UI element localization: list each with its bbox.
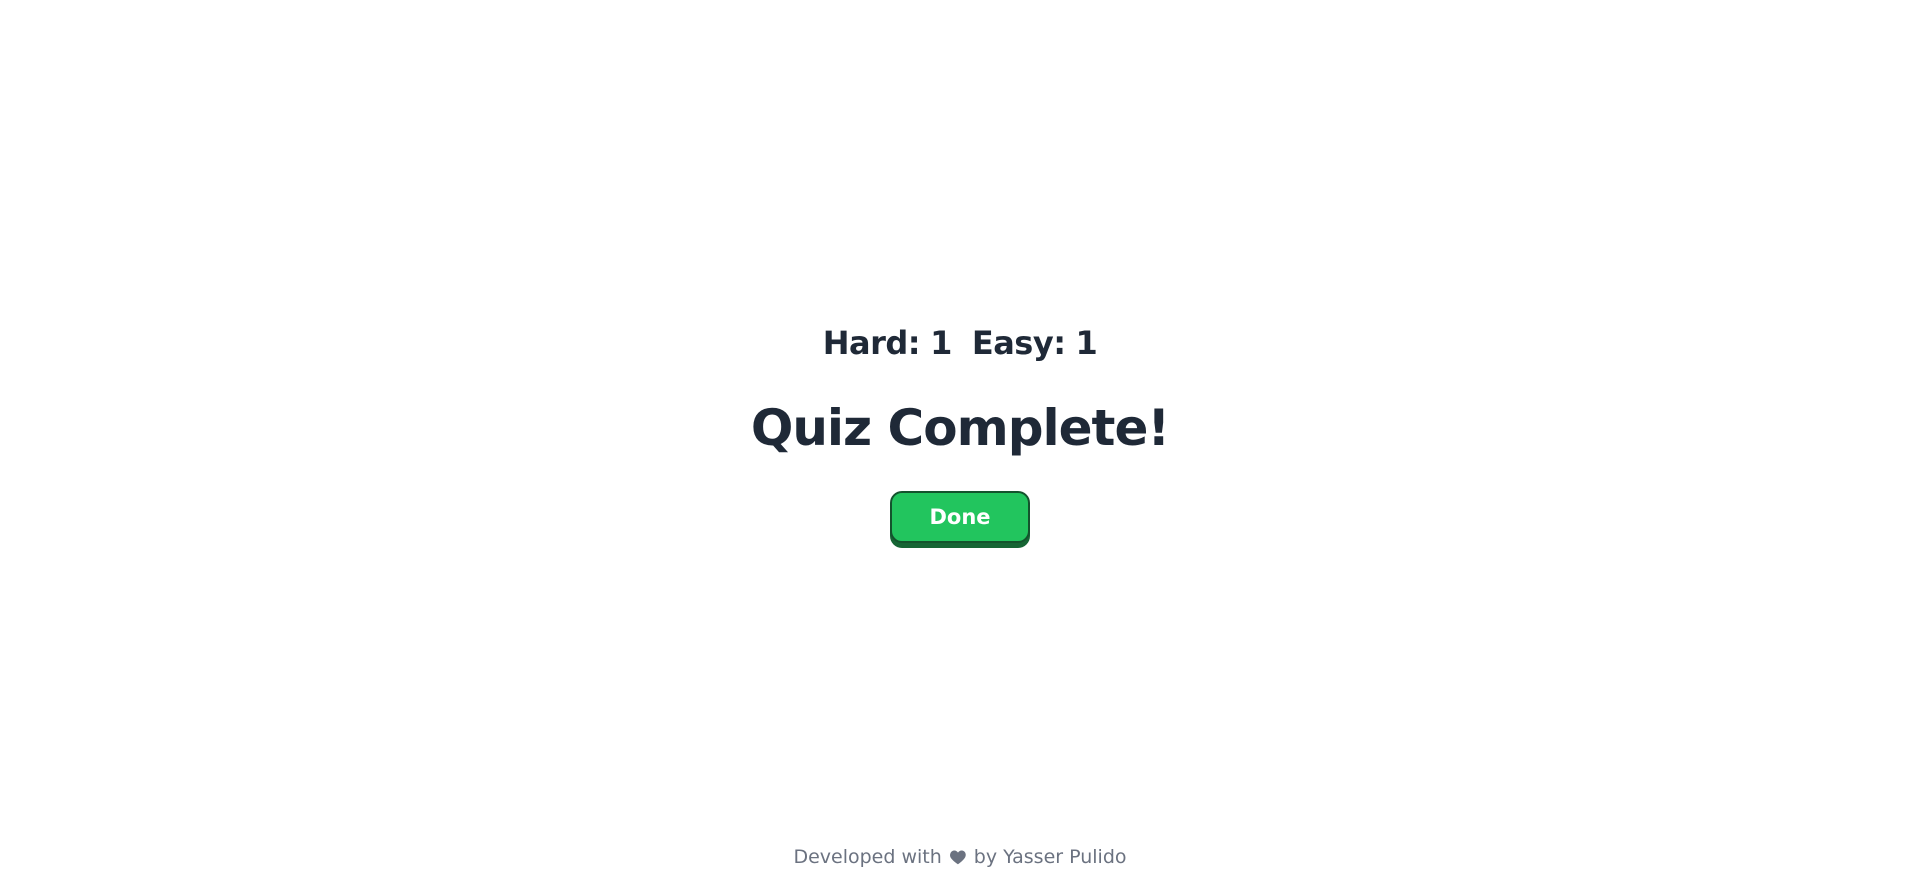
footer-prefix: Developed with [793,846,942,868]
easy-score: Easy: 1 [971,324,1098,362]
hard-score-value: 1 [930,324,952,362]
page-title: Quiz Complete! [750,399,1170,457]
footer: Developed with by Yasser Pulido [0,846,1920,868]
hard-score-label: Hard: [822,324,921,362]
hard-score: Hard: 1 [822,324,953,362]
easy-score-value: 1 [1075,324,1098,362]
score-summary: Hard: 1 Easy: 1 [823,318,1098,368]
easy-score-label: Easy: [971,324,1066,362]
done-button[interactable]: Done [890,491,1030,543]
quiz-complete-page: Hard: 1 Easy: 1 Quiz Complete! Done Deve… [0,0,1920,888]
results-panel: Hard: 1 Easy: 1 Quiz Complete! Done [0,318,1920,543]
footer-author: by Yasser Pulido [973,846,1127,868]
heart-icon [949,850,966,865]
